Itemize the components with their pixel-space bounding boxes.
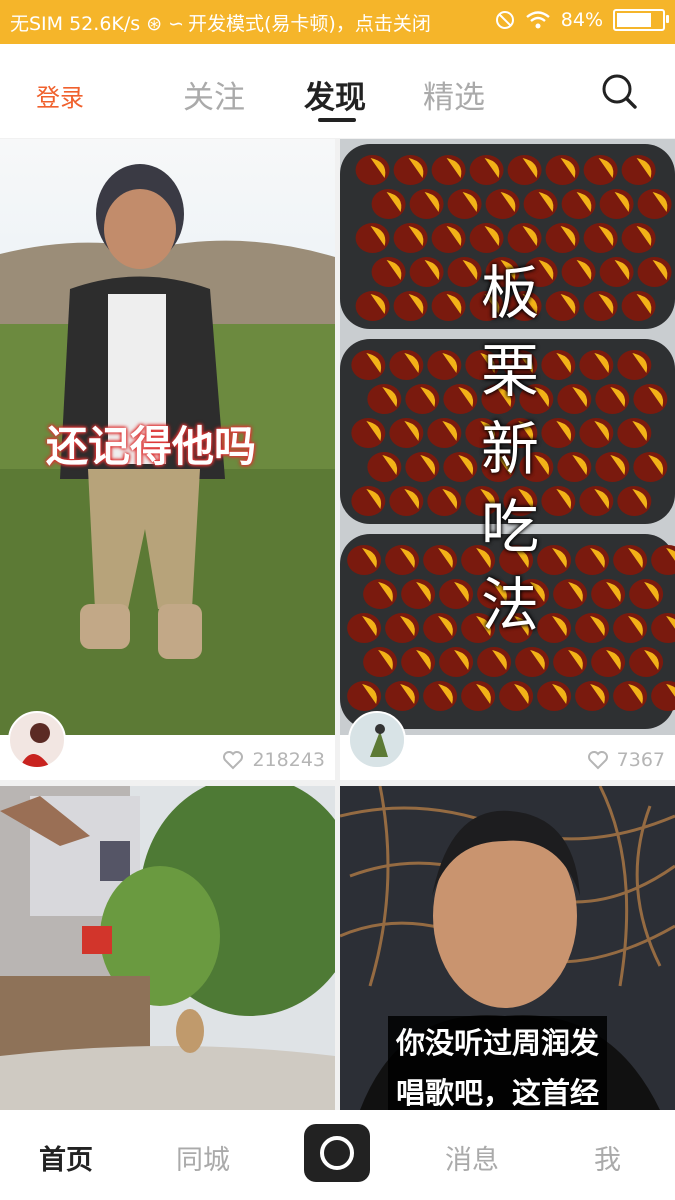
card-caption: 板栗新吃法	[480, 259, 539, 639]
avatar-image	[20, 723, 50, 767]
battery-percent: 84%	[560, 9, 603, 31]
heart-icon	[223, 751, 244, 770]
wifi-icon	[526, 11, 550, 29]
status-right: 84%	[495, 9, 669, 31]
like-count-text: 218243	[252, 749, 325, 771]
status-bar: 无SIM 52.6K/s ⊛ ∽ 开发模式(易卡顿)，点击关闭 84%	[0, 0, 675, 44]
avatar-image	[350, 713, 404, 767]
tab-follow[interactable]: 关注	[183, 72, 245, 117]
like-count-text: 7367	[616, 749, 665, 771]
author-avatar[interactable]	[348, 711, 406, 769]
video-thumbnail[interactable]	[0, 786, 335, 1110]
mute-icon	[495, 11, 514, 29]
bottom-nav: 首页 同城 消息 我	[0, 1110, 675, 1200]
status-network-text: 无SIM 52.6K/s ⊛ ∽	[10, 13, 185, 35]
feed-card[interactable]	[0, 786, 335, 1110]
top-nav: 登录 关注 发现 精选	[0, 44, 675, 138]
camera-record-icon[interactable]	[304, 1124, 370, 1182]
bottom-nav-me[interactable]: 我	[594, 1138, 621, 1177]
login-button[interactable]: 登录	[36, 78, 84, 113]
battery-icon	[613, 9, 669, 31]
tab-discover[interactable]: 发现	[304, 72, 366, 117]
bottom-nav-messages[interactable]: 消息	[445, 1138, 499, 1177]
feed-card[interactable]: 你没听过周润发 唱歌吧，这首经	[340, 786, 675, 1110]
feed-card[interactable]: 还记得他吗 218243	[0, 139, 335, 780]
card-caption-line: 唱歌吧，这首经	[388, 1066, 608, 1110]
bottom-nav-home[interactable]: 首页	[39, 1138, 93, 1177]
active-tab-indicator	[318, 118, 356, 122]
feed-card[interactable]: 板栗新吃法 7367	[340, 139, 675, 780]
developer-mode-notice[interactable]: 开发模式(易卡顿)，点击关闭	[188, 9, 431, 36]
camera-ring	[320, 1136, 354, 1170]
heart-icon	[587, 751, 608, 770]
battery-fill	[617, 13, 651, 27]
search-icon[interactable]	[600, 72, 638, 110]
card-caption-line: 你没听过周润发	[388, 1016, 608, 1066]
like-count[interactable]: 7367	[587, 749, 665, 771]
author-avatar[interactable]	[8, 711, 66, 769]
like-count[interactable]: 218243	[222, 749, 325, 771]
card-caption: 还记得他吗	[46, 422, 257, 471]
bottom-nav-nearby[interactable]: 同城	[176, 1138, 230, 1177]
tab-featured[interactable]: 精选	[423, 72, 485, 117]
